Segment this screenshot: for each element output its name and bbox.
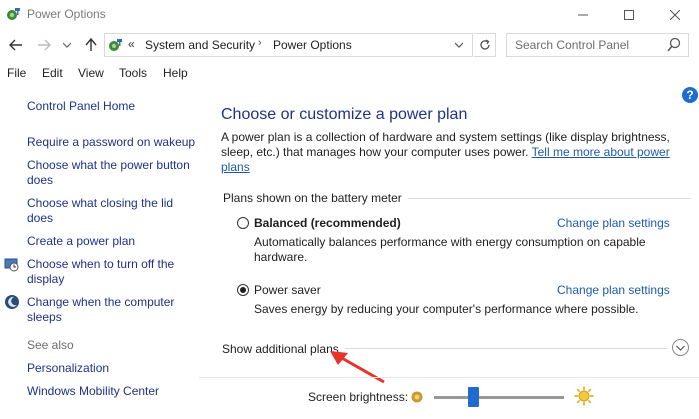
chevron-down-icon <box>455 42 463 48</box>
annotation-arrow-icon <box>330 351 385 384</box>
see-also-heading: See also <box>27 338 74 352</box>
brightness-slider-thumb[interactable] <box>467 387 479 407</box>
sidebar-item-personalization[interactable]: Personalization <box>27 361 109 376</box>
plan-name-power-saver[interactable]: Power saver <box>254 283 321 297</box>
brightness-slider-track[interactable] <box>434 396 564 399</box>
change-plan-settings-balanced[interactable]: Change plan settings <box>557 216 670 230</box>
sidebar-item-computer-sleeps[interactable]: Change when the computer sleeps <box>27 295 192 325</box>
change-plan-settings-power-saver[interactable]: Change plan settings <box>557 283 670 297</box>
minimize-button[interactable] <box>560 0 606 30</box>
radio-power-saver[interactable] <box>237 284 249 296</box>
help-icon[interactable]: ? <box>682 87 698 103</box>
power-options-icon <box>109 39 122 51</box>
expand-button[interactable] <box>672 339 689 356</box>
radio-balanced[interactable] <box>237 217 249 229</box>
up-button[interactable] <box>81 30 101 60</box>
display-clock-icon <box>4 258 19 272</box>
back-button[interactable] <box>5 30 27 60</box>
recent-locations-button[interactable] <box>60 30 74 60</box>
plan-name-balanced[interactable]: Balanced (recommended) <box>254 216 401 230</box>
up-arrow-icon <box>85 38 97 51</box>
sidebar-item-mobility-center[interactable]: Windows Mobility Center <box>27 384 159 399</box>
control-panel-home-link[interactable]: Control Panel Home <box>27 99 135 114</box>
refresh-button[interactable] <box>474 33 496 57</box>
dim-brightness-icon <box>411 391 423 403</box>
close-button[interactable] <box>652 0 698 30</box>
forward-button[interactable] <box>33 30 55 60</box>
page-description: A power plan is a collection of hardware… <box>221 130 681 175</box>
address-bar[interactable]: « System and Security › Power Options <box>104 33 473 57</box>
bright-brightness-icon <box>574 386 594 406</box>
address-dropdown-button[interactable] <box>452 33 466 57</box>
menu-view[interactable]: View <box>78 66 104 80</box>
additional-plans-divider <box>345 348 667 349</box>
refresh-icon <box>479 39 490 50</box>
power-options-icon <box>7 8 20 20</box>
sidebar-item-turn-off-display[interactable]: Choose when to turn off the display <box>27 257 187 287</box>
sidebar-item-require-password[interactable]: Require a password on wakeup <box>27 135 195 150</box>
menu-file[interactable]: File <box>7 66 26 80</box>
breadcrumb-overflow[interactable]: « <box>128 37 135 51</box>
sidebar-item-create-plan[interactable]: Create a power plan <box>27 234 135 249</box>
chevron-down-icon <box>676 345 685 351</box>
navigation-bar: « System and Security › Power Options Se… <box>0 30 699 63</box>
menu-help[interactable]: Help <box>163 66 188 80</box>
plan-description-balanced: Automatically balances performance with … <box>254 235 646 264</box>
menu-edit[interactable]: Edit <box>42 66 63 80</box>
search-input[interactable]: Search Control Panel <box>515 38 629 52</box>
breadcrumb-power-options[interactable]: Power Options <box>273 38 352 52</box>
menu-tools[interactable]: Tools <box>119 66 147 80</box>
bottom-divider <box>199 377 699 378</box>
window-title: Power Options <box>27 7 106 21</box>
section-header: Plans shown on the battery meter <box>223 191 402 205</box>
chevron-down-icon <box>63 42 71 48</box>
back-arrow-icon <box>9 39 22 51</box>
title-bar: Power Options <box>0 0 699 30</box>
show-additional-plans[interactable]: Show additional plans <box>222 342 339 356</box>
search-icon[interactable] <box>667 37 681 53</box>
page-title: Choose or customize a power plan <box>221 106 468 123</box>
plan-description-power-saver: Saves energy by reducing your computer's… <box>254 302 639 316</box>
search-box[interactable]: Search Control Panel <box>506 33 689 57</box>
breadcrumb-separator[interactable]: › <box>258 37 262 49</box>
section-divider <box>408 198 691 199</box>
sidebar-item-power-button[interactable]: Choose what the power button does <box>27 158 197 188</box>
brightness-label: Screen brightness: <box>308 390 409 404</box>
maximize-icon <box>624 10 634 20</box>
close-icon <box>670 10 680 20</box>
sidebar-item-closing-lid[interactable]: Choose what closing the lid does <box>27 196 182 226</box>
forward-arrow-icon <box>38 39 51 51</box>
menu-bar: File Edit View Tools Help <box>0 63 699 85</box>
breadcrumb-system-and-security[interactable]: System and Security <box>145 38 255 52</box>
sleep-moon-icon <box>5 295 19 309</box>
minimize-icon <box>578 14 588 16</box>
maximize-button[interactable] <box>606 0 652 30</box>
